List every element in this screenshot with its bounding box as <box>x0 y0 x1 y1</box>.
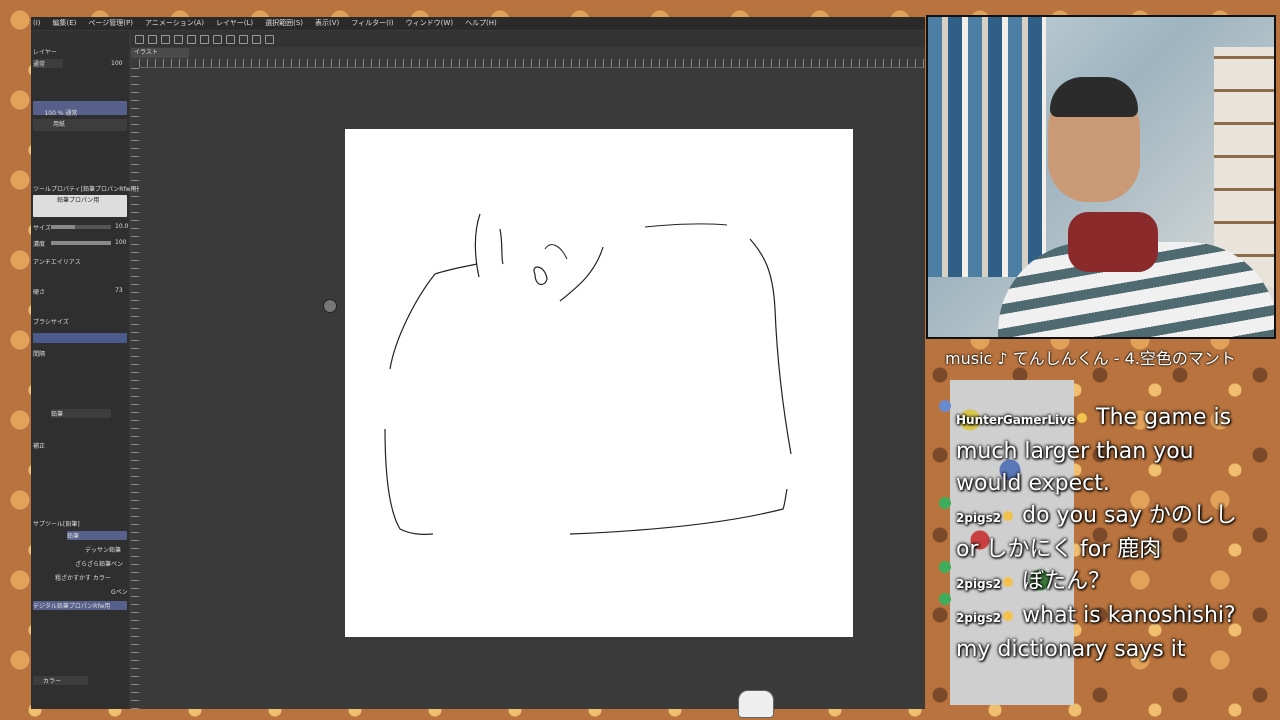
now-playing: music ♪ てんしんくん - 4.空色のマント <box>945 349 1236 368</box>
layer-panel-title: レイヤー <box>33 49 57 56</box>
person-turtleneck <box>1068 212 1158 272</box>
menu-item-edit[interactable]: 編集(E) <box>53 17 77 30</box>
hardness-label: 硬さ <box>33 289 46 296</box>
layer-row-paper[interactable]: 用紙 <box>33 119 127 131</box>
spacing-label: 間隔 <box>33 351 46 358</box>
brush-item[interactable]: デッサン鉛筆 <box>85 545 121 554</box>
chat-text: ぼたん？ <box>1022 569 1111 594</box>
layer-row-1[interactable]: 100 % 通常 レイヤー 1 <box>33 101 127 126</box>
menu-bar: (I) 編集(E) ページ管理(P) アニメーション(A) レイヤー(L) 選択… <box>31 17 925 30</box>
redo-icon[interactable] <box>200 34 209 44</box>
brush-item-selected[interactable]: デジタル鉛筆プロパンRfw用 <box>33 601 127 610</box>
density-slider[interactable] <box>51 241 111 245</box>
chat-message: 2pigs2 do you say かのしし or しかにく for 鹿肉 <box>956 500 1246 566</box>
badge-icon <box>1003 511 1014 521</box>
badge-icon <box>1077 413 1088 423</box>
print-icon[interactable] <box>174 34 183 44</box>
stroke-label: 補正 <box>33 443 46 450</box>
menu-item[interactable]: (I) <box>33 17 41 30</box>
command-bar <box>131 31 925 47</box>
new-icon[interactable] <box>135 34 144 44</box>
brush-cursor-icon <box>323 299 337 313</box>
chat-username: 2pigs2 <box>956 511 1002 525</box>
density-label: 濃度 <box>33 241 46 248</box>
badge-icon <box>1003 577 1014 587</box>
open-icon[interactable] <box>148 34 157 44</box>
brush-name: 鉛筆プロパン用 <box>57 197 100 204</box>
chat-avatar <box>939 561 951 573</box>
hardness-value: 73 <box>115 287 123 294</box>
size-value: 10.0 <box>115 223 129 230</box>
opacity-value[interactable]: 100 <box>111 60 122 67</box>
layer-row-paper-label: 用紙 <box>53 121 66 128</box>
subtool-title: サブツール[鉛筆] <box>33 521 80 528</box>
vertical-ruler <box>131 67 139 709</box>
antialias-label: アンチエイリアス <box>33 259 81 266</box>
menu-item-page[interactable]: ページ管理(P) <box>88 17 133 30</box>
person-hair <box>1050 77 1138 117</box>
transform-icon[interactable] <box>213 34 222 44</box>
subtool-tab-pencil[interactable]: 鉛筆 <box>67 531 127 540</box>
color-select[interactable]: カラー <box>33 676 88 685</box>
pencil-select[interactable]: 鉛筆 <box>51 409 111 418</box>
drawing-canvas[interactable] <box>345 129 853 637</box>
spacing-control[interactable] <box>33 333 127 343</box>
webcam-feed <box>926 15 1276 339</box>
chat-message: 2pigs2 what is kanoshishi? my dictionary… <box>956 600 1246 666</box>
help-icon[interactable] <box>265 34 274 44</box>
chat-avatar <box>939 400 951 412</box>
menu-item-layer[interactable]: レイヤー(L) <box>216 17 253 30</box>
brush-item[interactable]: Gペン <box>111 587 128 596</box>
menu-item-window[interactable]: ウィンドウ(W) <box>406 17 453 30</box>
chat-message: 2pigs2 ぼたん？ <box>956 566 1246 600</box>
left-panel: レイヤー 通常 100 100 % 通常 レイヤー 1 用紙 ツールプロパティ[… <box>31 31 139 709</box>
chat-avatar <box>939 593 951 605</box>
chat-username: HunterGamerLive <box>956 413 1076 427</box>
brush-preview: 鉛筆プロパン用 <box>33 195 127 217</box>
poster-wall <box>928 17 1046 277</box>
blend-mode-select[interactable]: 通常 <box>33 59 63 68</box>
menu-item-animation[interactable]: アニメーション(A) <box>145 17 204 30</box>
undo-icon[interactable] <box>187 34 196 44</box>
clip-studio-window: (I) 編集(E) ページ管理(P) アニメーション(A) レイヤー(L) 選択… <box>31 17 925 709</box>
subtool-tab-label: 鉛筆 <box>67 533 80 540</box>
menu-item-help[interactable]: ヘルプ(H) <box>465 17 497 30</box>
chat-username: 2pigs2 <box>956 577 1002 591</box>
blend-mode-value: 通常 <box>33 61 46 68</box>
menu-item-view[interactable]: 表示(V) <box>315 17 339 30</box>
badge-icon <box>1003 611 1014 621</box>
density-value: 100 <box>115 239 127 246</box>
fill-icon[interactable] <box>239 34 248 44</box>
menu-item-selection[interactable]: 選択範囲(S) <box>265 17 303 30</box>
chat-username: 2pigs2 <box>956 611 1002 625</box>
color-label: カラー <box>43 678 62 685</box>
tool-property-title: ツールプロパティ[鉛筆プロパンRfw用] <box>33 186 139 193</box>
pencil-label: 鉛筆 <box>51 411 64 418</box>
save-icon[interactable] <box>161 34 170 44</box>
brush-item[interactable]: ざらざら鉛筆ペン <box>75 559 123 568</box>
sketch-strokes <box>384 213 792 535</box>
chat-overlay: HunterGamerLive The game is much larger … <box>956 402 1246 666</box>
cat-mascot-icon <box>738 690 774 718</box>
crop-icon[interactable] <box>226 34 235 44</box>
canvas-tab[interactable]: イラスト <box>131 48 189 58</box>
chat-message: HunterGamerLive The game is much larger … <box>956 402 1246 500</box>
horizontal-ruler <box>139 59 925 68</box>
pen-icon[interactable] <box>252 34 261 44</box>
menu-item-filter[interactable]: フィルター(I) <box>351 17 393 30</box>
brush-size-label: ブラシサイズ <box>33 319 69 326</box>
size-slider[interactable] <box>51 225 111 229</box>
brush-item-label: デジタル鉛筆プロパンRfw用 <box>33 603 111 610</box>
size-label: サイズ <box>33 225 51 232</box>
brush-item[interactable]: 粗ざかすかす カラー <box>55 573 111 582</box>
chat-avatar <box>939 497 951 509</box>
